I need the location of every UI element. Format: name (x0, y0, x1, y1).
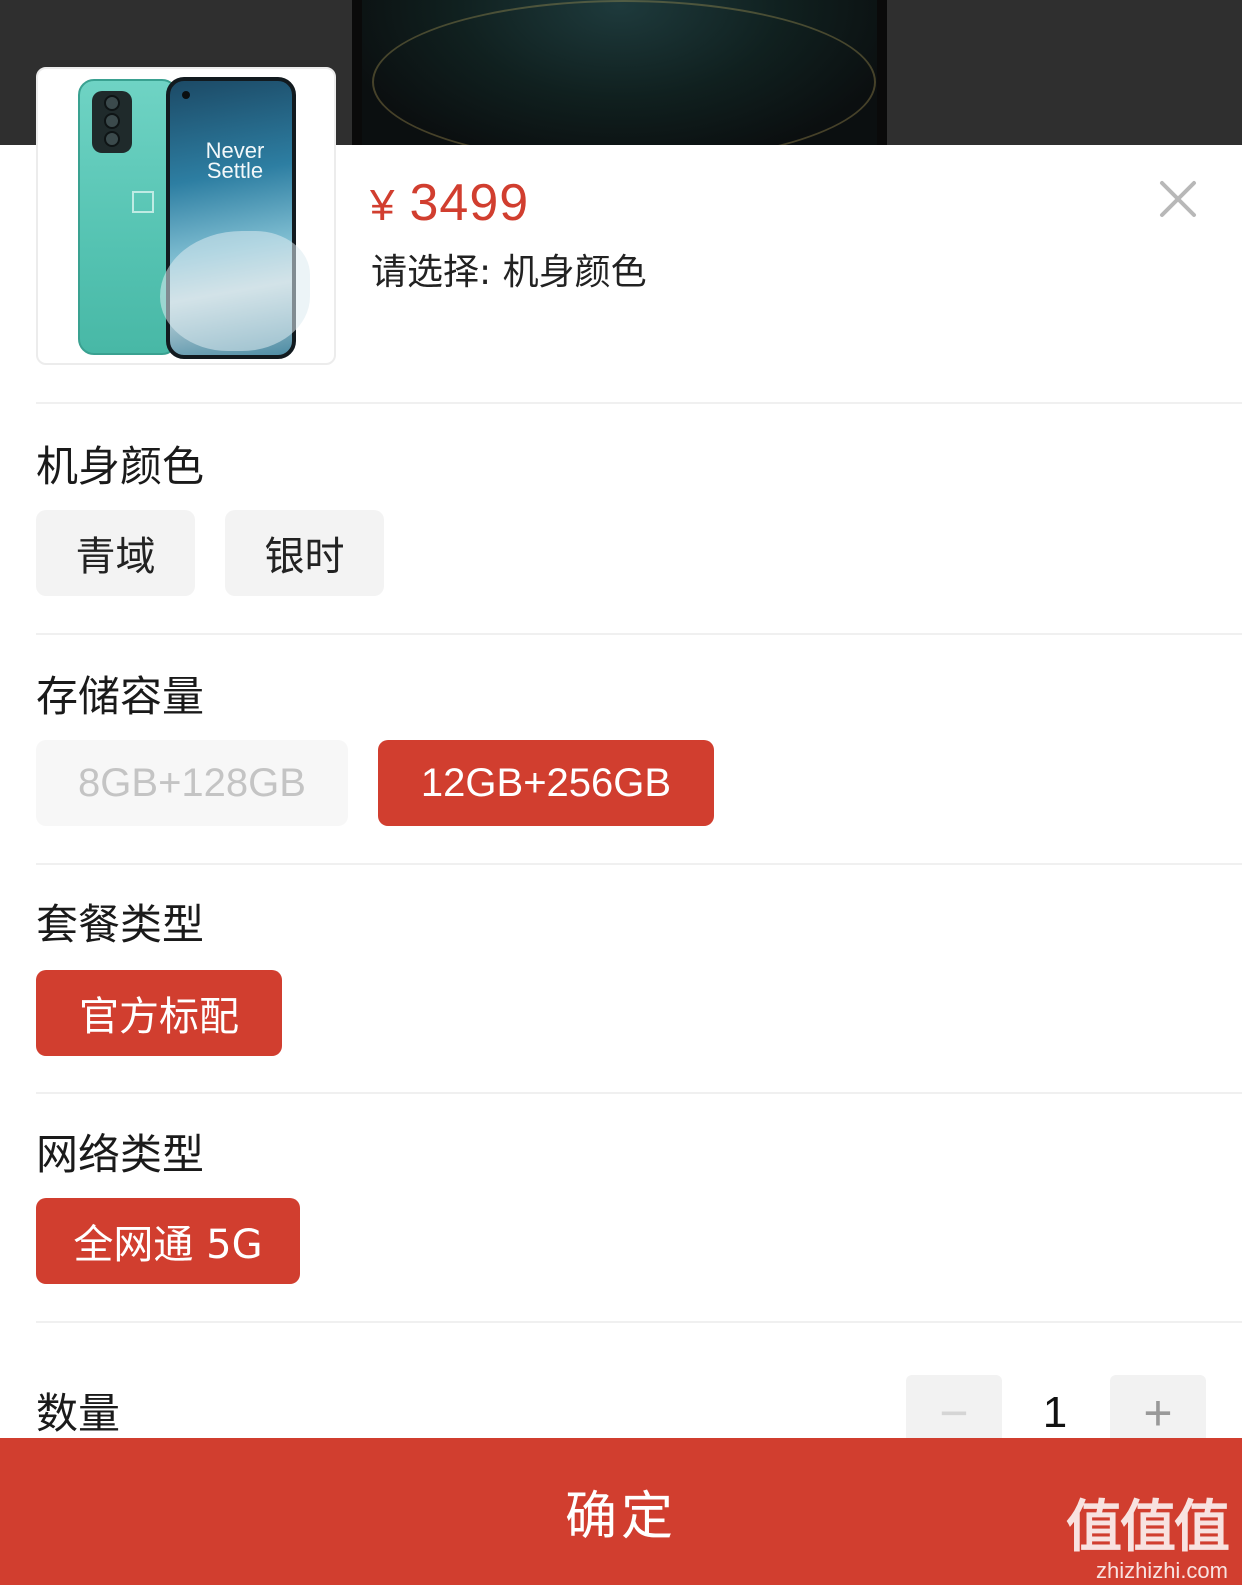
option-color-qingyu[interactable]: 青域 (36, 510, 195, 596)
close-icon[interactable] (1158, 179, 1198, 219)
quantity-label: 数量 (36, 1389, 121, 1438)
option-storage-8-128: 8GB+128GB (36, 740, 348, 826)
watermark-url: zhizhizhi.com (1095, 1558, 1228, 1583)
section-title-storage: 存储容量 (36, 672, 205, 721)
quantity-value[interactable]: 1 (1010, 1388, 1100, 1438)
option-storage-12-256[interactable]: 12GB+256GB (378, 740, 714, 826)
price: ¥3499 (370, 173, 529, 233)
option-package-official[interactable]: 官方标配 (36, 970, 282, 1056)
selection-hint: 请选择: 机身颜色 (371, 252, 647, 293)
brand-logo-icon (132, 191, 154, 213)
watermark: 值值值 zhizhizhi.com (1066, 1495, 1230, 1584)
price-value: 3499 (409, 174, 530, 232)
phone-front-image: Never Settle (160, 77, 310, 359)
option-color-yinshi[interactable]: 银时 (225, 510, 384, 596)
section-title-network: 网络类型 (36, 1130, 205, 1179)
divider (36, 1321, 1242, 1323)
camera-module (92, 91, 132, 153)
background-phone-image (352, 0, 887, 145)
product-thumbnail[interactable]: Never Settle (36, 67, 336, 365)
divider (36, 1092, 1242, 1094)
confirm-button[interactable]: 确定 (0, 1438, 1242, 1585)
divider (36, 633, 1242, 635)
option-network-5g[interactable]: 全网通 5G (36, 1198, 300, 1284)
screen-text: Never Settle (205, 138, 265, 183)
divider (36, 863, 1242, 865)
currency-symbol: ¥ (370, 181, 396, 230)
divider (36, 402, 1242, 404)
section-title-package: 套餐类型 (36, 900, 205, 949)
section-title-color: 机身颜色 (36, 442, 205, 491)
watermark-title: 值值值 (1066, 1495, 1230, 1560)
